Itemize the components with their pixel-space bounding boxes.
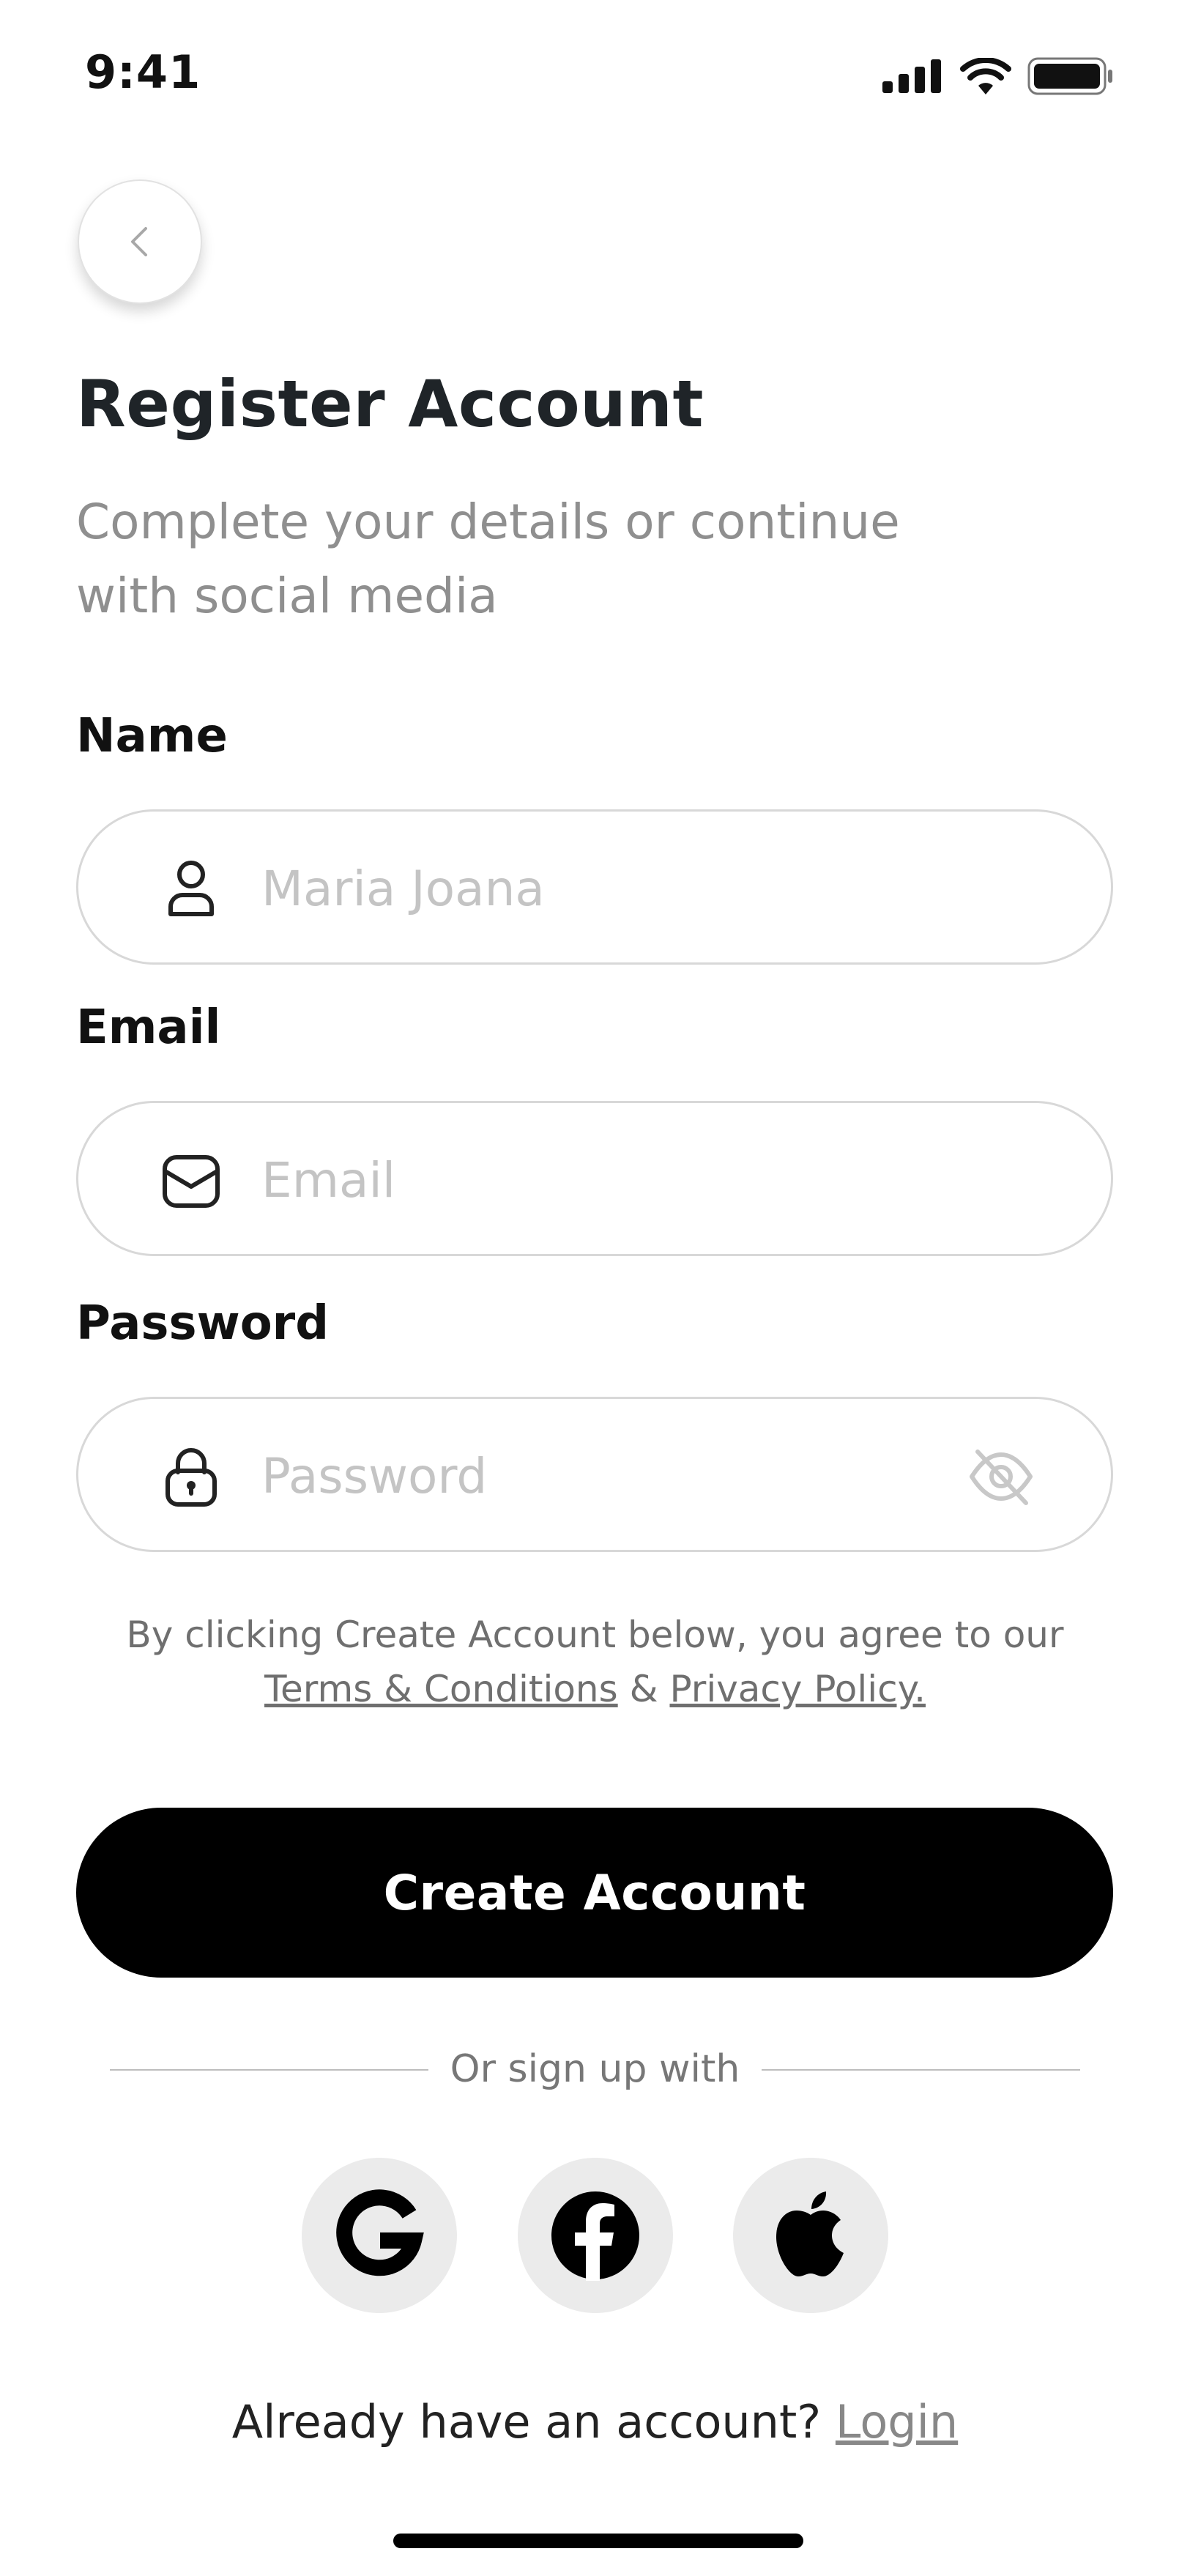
home-indicator (393, 2534, 803, 2548)
password-label: Password (76, 1296, 330, 1351)
email-field[interactable] (76, 1101, 1113, 1256)
apple-icon (776, 2191, 844, 2276)
terms-notice: By clicking Create Account below, you ag… (0, 1608, 1190, 1716)
login-prompt: Already have an account? (231, 2395, 822, 2449)
back-button[interactable] (78, 179, 202, 304)
eye-off-icon[interactable] (964, 1440, 1038, 1513)
password-field[interactable] (76, 1397, 1113, 1552)
battery-icon (1027, 57, 1112, 95)
privacy-policy-link[interactable]: Privacy Policy. (669, 1668, 926, 1710)
lock-icon (166, 1448, 217, 1507)
chevron-left-icon (131, 227, 147, 256)
status-icons (882, 57, 1114, 95)
name-label: Name (76, 709, 228, 763)
login-prompt-row: Already have an account? Login (0, 2395, 1190, 2449)
create-account-button[interactable]: Create Account (76, 1808, 1113, 1978)
email-label: Email (76, 1001, 221, 1055)
cellular-signal-icon (882, 59, 941, 93)
apple-signup-button[interactable] (733, 2158, 888, 2313)
user-icon (168, 861, 214, 916)
login-link[interactable]: Login (836, 2395, 958, 2449)
terms-conditions-link[interactable]: Terms & Conditions (264, 1668, 618, 1710)
email-input[interactable] (261, 1132, 994, 1228)
google-signup-button[interactable] (302, 2158, 457, 2313)
register-screen: 9:41 Register Account Complete your deta… (0, 0, 1190, 2576)
facebook-signup-button[interactable] (518, 2158, 673, 2313)
mail-icon (163, 1155, 220, 1208)
divider-line-right (762, 2069, 1080, 2071)
status-time: 9:41 (85, 45, 201, 99)
page-subtitle: Complete your details or continue with s… (76, 494, 900, 624)
terms-joiner: & (629, 1668, 658, 1710)
social-divider: Or sign up with (110, 2042, 1080, 2096)
password-input[interactable] (261, 1428, 994, 1523)
name-input[interactable] (261, 841, 994, 936)
terms-prefix: By clicking Create Account below, you ag… (126, 1614, 1064, 1656)
page-title: Register Account (76, 366, 704, 442)
wifi-icon (960, 58, 1011, 94)
facebook-icon (551, 2191, 639, 2281)
google-icon (336, 2189, 424, 2276)
name-field[interactable] (76, 809, 1113, 965)
